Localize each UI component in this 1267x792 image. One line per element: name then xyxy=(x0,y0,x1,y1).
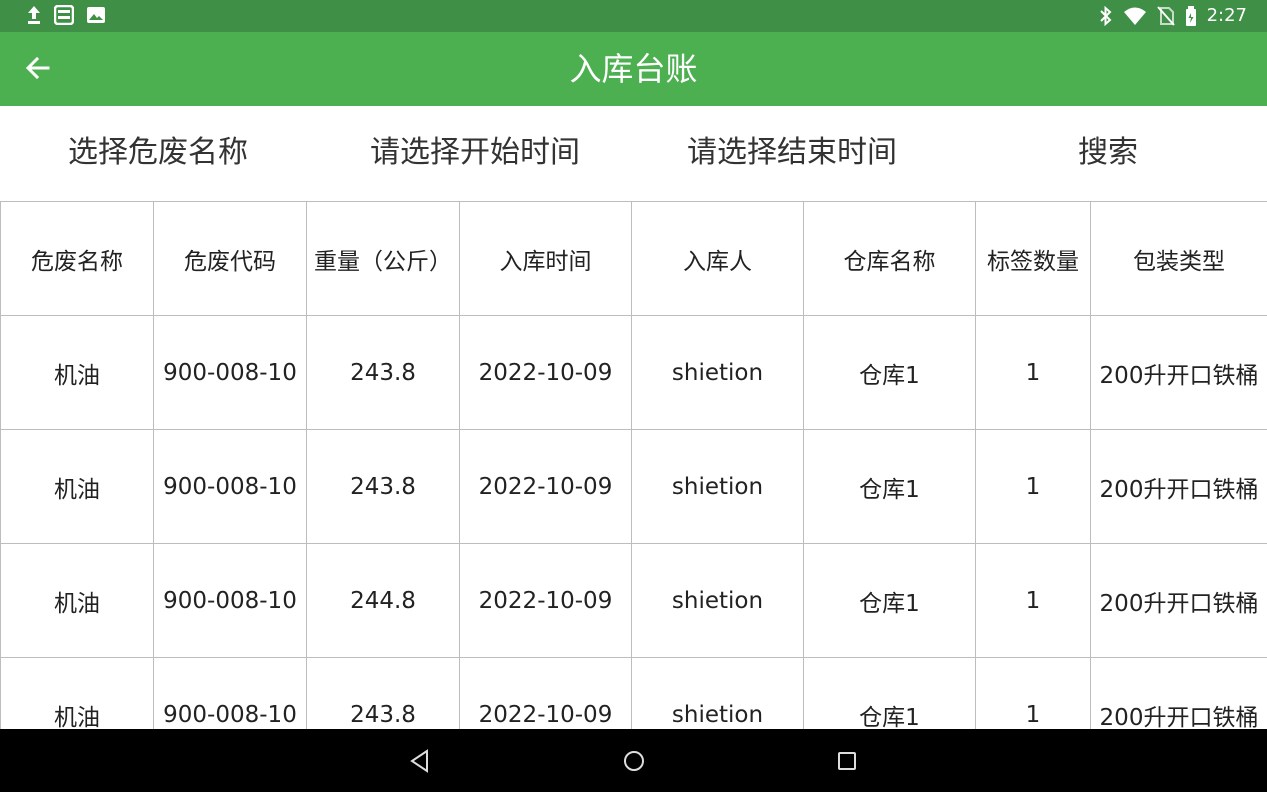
cell-inbound-person: shietion xyxy=(631,315,804,430)
image-icon xyxy=(87,7,105,23)
table-row[interactable]: 机油 900-008-10 243.8 2022-10-09 shietion … xyxy=(0,429,1267,544)
cell-inbound-person: shietion xyxy=(631,543,804,658)
cell-waste-name: 机油 xyxy=(0,543,154,658)
cell-warehouse-name: 仓库1 xyxy=(803,315,976,430)
cell-inbound-time: 2022-10-09 xyxy=(459,429,632,544)
cell-inbound-person: shietion xyxy=(631,429,804,544)
cell-waste-code: 900-008-10 xyxy=(153,315,307,430)
cell-inbound-time: 2022-10-09 xyxy=(459,315,632,430)
page-title: 入库台账 xyxy=(569,50,698,88)
cell-inbound-time: 2022-10-09 xyxy=(459,657,632,729)
start-time-selector[interactable]: 请选择开始时间 xyxy=(325,134,625,172)
cell-package-type: 200升开口铁桶 xyxy=(1090,657,1267,729)
no-sim-icon xyxy=(1156,6,1175,26)
table-row[interactable]: 机油 900-008-10 243.8 2022-10-09 shietion … xyxy=(0,315,1267,430)
cell-waste-code: 900-008-10 xyxy=(153,657,307,729)
bluetooth-icon xyxy=(1099,6,1112,26)
status-time: 2:27 xyxy=(1206,5,1247,26)
cell-package-type: 200升开口铁桶 xyxy=(1090,429,1267,544)
header-package-type: 包装类型 xyxy=(1090,201,1267,316)
cell-warehouse-name: 仓库1 xyxy=(803,657,976,729)
inbound-ledger-table: 危废名称 危废代码 重量（公斤） 入库时间 入库人 仓库名称 标签数量 包装类型… xyxy=(0,201,1267,729)
cell-waste-name: 机油 xyxy=(0,315,154,430)
cell-label-count: 1 xyxy=(975,315,1091,430)
cell-weight: 243.8 xyxy=(306,657,460,729)
cell-warehouse-name: 仓库1 xyxy=(803,429,976,544)
cell-waste-code: 900-008-10 xyxy=(153,429,307,544)
header-waste-code: 危废代码 xyxy=(153,201,307,316)
inbound-ledger-table-container[interactable]: 危废名称 危废代码 重量（公斤） 入库时间 入库人 仓库名称 标签数量 包装类型… xyxy=(0,201,1267,729)
upload-icon xyxy=(28,6,40,24)
waste-name-selector[interactable]: 选择危废名称 xyxy=(8,134,308,172)
cell-label-count: 1 xyxy=(975,657,1091,729)
status-right-icons: 2:27 xyxy=(1099,4,1247,28)
status-bar: 2:27 xyxy=(0,0,1267,32)
wifi-icon xyxy=(1123,7,1146,25)
cell-weight: 244.8 xyxy=(306,543,460,658)
back-triangle-icon xyxy=(410,749,428,773)
cell-label-count: 1 xyxy=(975,429,1091,544)
header-inbound-person: 入库人 xyxy=(631,201,804,316)
nav-back-button[interactable] xyxy=(405,747,435,775)
header-inbound-time: 入库时间 xyxy=(459,201,632,316)
nav-recents-button[interactable] xyxy=(832,747,862,775)
header-waste-name: 危废名称 xyxy=(0,201,154,316)
system-navigation-bar xyxy=(0,729,1267,792)
table-header-row: 危废名称 危废代码 重量（公斤） 入库时间 入库人 仓库名称 标签数量 包装类型 xyxy=(0,201,1267,316)
table-row[interactable]: 机油 900-008-10 244.8 2022-10-09 shietion … xyxy=(0,543,1267,658)
status-left-icons xyxy=(26,5,106,25)
cell-waste-name: 机油 xyxy=(0,657,154,729)
cell-weight: 243.8 xyxy=(306,429,460,544)
nav-home-button[interactable] xyxy=(619,747,649,775)
cell-warehouse-name: 仓库1 xyxy=(803,543,976,658)
battery-icon xyxy=(1185,6,1196,26)
cell-waste-code: 900-008-10 xyxy=(153,543,307,658)
table-row[interactable]: 机油 900-008-10 243.8 2022-10-09 shietion … xyxy=(0,657,1267,729)
cell-waste-name: 机油 xyxy=(0,429,154,544)
cell-inbound-time: 2022-10-09 xyxy=(459,543,632,658)
filter-bar: 选择危废名称 请选择开始时间 请选择结束时间 搜索 xyxy=(0,106,1267,201)
header-warehouse-name: 仓库名称 xyxy=(803,201,976,316)
cell-package-type: 200升开口铁桶 xyxy=(1090,315,1267,430)
search-button[interactable]: 搜索 xyxy=(958,134,1258,172)
cell-package-type: 200升开口铁桶 xyxy=(1090,543,1267,658)
header-weight: 重量（公斤） xyxy=(306,201,460,316)
cell-inbound-person: shietion xyxy=(631,657,804,729)
end-time-selector[interactable]: 请选择结束时间 xyxy=(642,134,942,172)
home-circle-icon xyxy=(624,751,644,771)
cell-weight: 243.8 xyxy=(306,315,460,430)
recents-square-icon xyxy=(838,752,856,770)
cell-label-count: 1 xyxy=(975,543,1091,658)
app-bar: 入库台账 xyxy=(0,32,1267,106)
header-label-count: 标签数量 xyxy=(975,201,1091,316)
sd-card-icon xyxy=(54,5,74,25)
